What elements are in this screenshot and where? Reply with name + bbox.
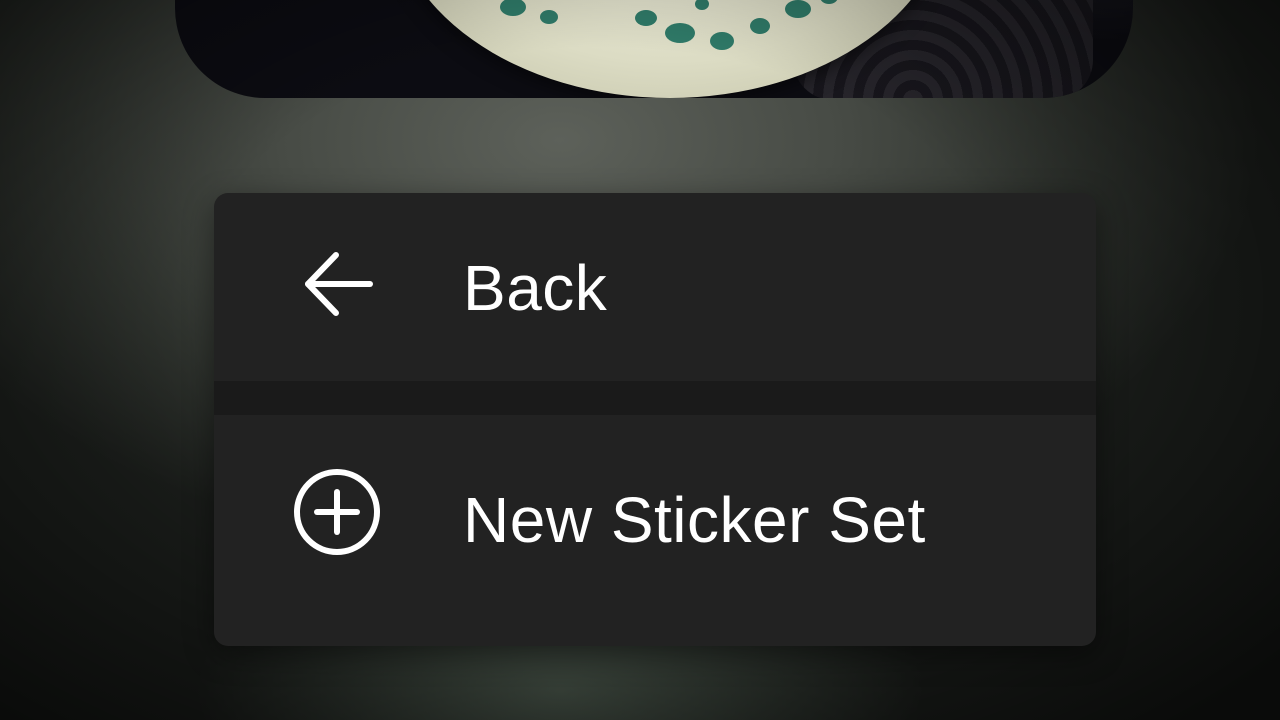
menu-item-back[interactable]: Back: [214, 193, 1096, 381]
plus-circle-icon: [292, 467, 382, 557]
menu-item-new-sticker-set[interactable]: New Sticker Set: [214, 415, 1096, 646]
context-menu: Back New Sticker Set: [214, 193, 1096, 646]
arrow-left-icon: [298, 243, 380, 325]
sticker-image-preview: [175, 0, 1133, 98]
menu-item-label: Back: [463, 252, 608, 324]
menu-separator: [214, 381, 1096, 415]
menu-item-label: New Sticker Set: [463, 484, 926, 556]
screen: Back New Sticker Set: [0, 0, 1280, 720]
